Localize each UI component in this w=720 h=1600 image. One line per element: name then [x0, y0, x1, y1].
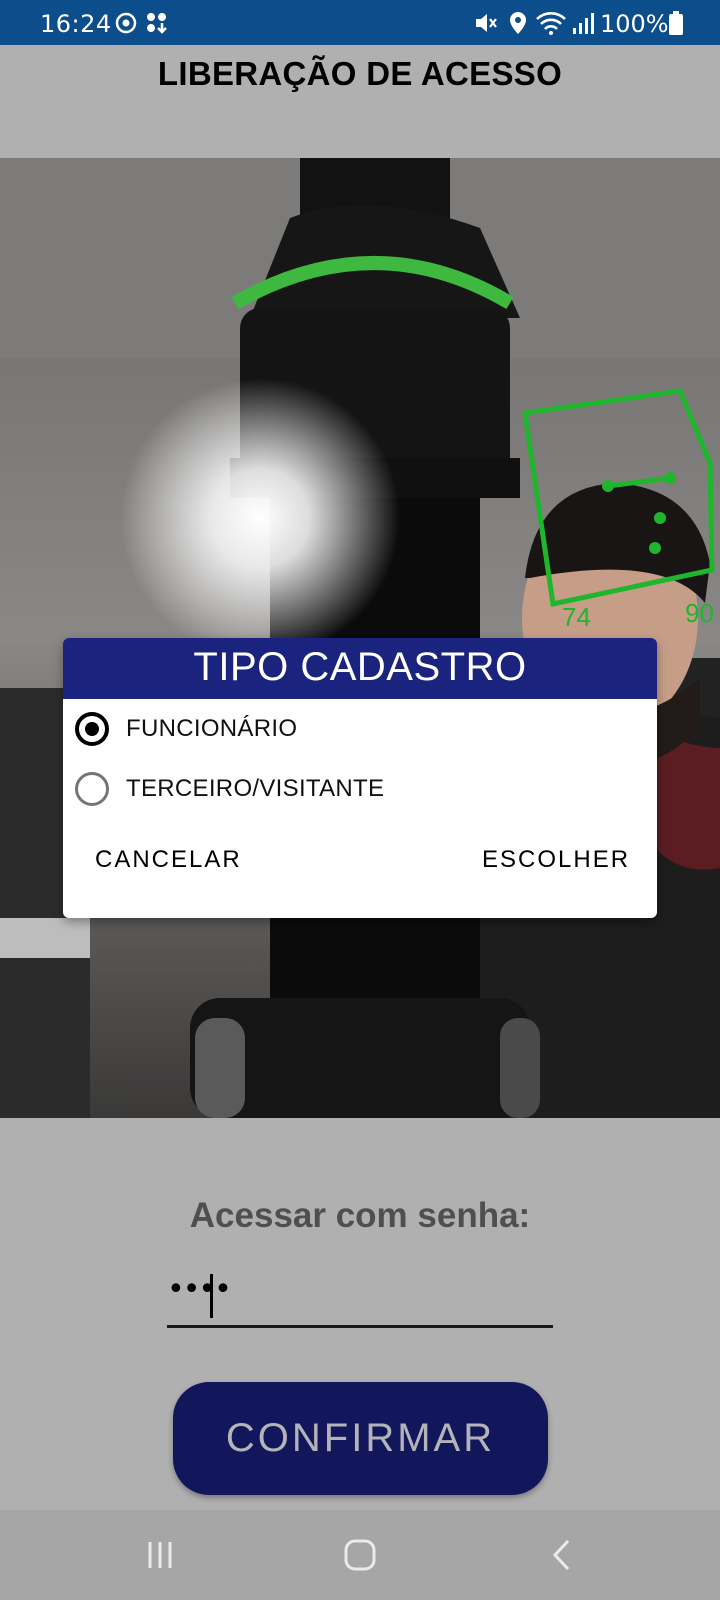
radio-option-terceiro-visitante[interactable]: TERCEIRO/VISITANTE: [75, 766, 645, 816]
mute-icon: [476, 14, 497, 32]
dialog-title: TIPO CADASTRO: [193, 645, 527, 689]
password-input[interactable]: ••••: [167, 1270, 553, 1328]
password-label: Acessar com senha:: [189, 1196, 531, 1235]
radio-option-funcionario[interactable]: FUNCIONÁRIO: [75, 706, 645, 756]
app-header: LIBERAÇÃO DE ACESSO: [0, 45, 720, 158]
password-mask: ••••: [167, 1272, 232, 1307]
choose-button[interactable]: ESCOLHER: [482, 846, 630, 874]
wifi-icon: [536, 12, 566, 35]
radio-button-checked[interactable]: [75, 712, 109, 746]
radio-button-unchecked[interactable]: [75, 772, 109, 806]
registration-type-dialog: TIPO CADASTRO FUNCIONÁRIO TERCEIRO/VISIT…: [63, 638, 657, 918]
recents-icon[interactable]: [135, 1532, 185, 1578]
face-metric-right: 90: [685, 598, 714, 628]
signal-icon: [573, 13, 594, 34]
back-icon[interactable]: [538, 1532, 588, 1578]
confirm-label: CONFIRMAR: [225, 1416, 496, 1460]
notification-icon: [147, 13, 167, 34]
radio-label: TERCEIRO/VISITANTE: [126, 775, 385, 802]
radio-dot: [85, 722, 99, 736]
status-bar: 16:24 100%: [0, 0, 720, 45]
confirm-button[interactable]: CONFIRMAR: [173, 1382, 548, 1495]
radio-label: FUNCIONÁRIO: [126, 715, 298, 742]
system-nav-bar: [0, 1510, 720, 1600]
status-time: 16:24: [40, 10, 112, 38]
location-icon: [510, 12, 526, 34]
battery-percentage: 100%: [600, 10, 669, 38]
page-title: LIBERAÇÃO DE ACESSO: [157, 55, 563, 92]
dialog-header: TIPO CADASTRO: [63, 638, 657, 699]
text-cursor: [210, 1274, 213, 1318]
sync-icon: [115, 12, 137, 34]
battery-icon: [669, 11, 683, 35]
face-metric-left: 74: [562, 602, 591, 632]
home-icon[interactable]: [335, 1532, 385, 1578]
cancel-button[interactable]: CANCELAR: [95, 846, 242, 874]
